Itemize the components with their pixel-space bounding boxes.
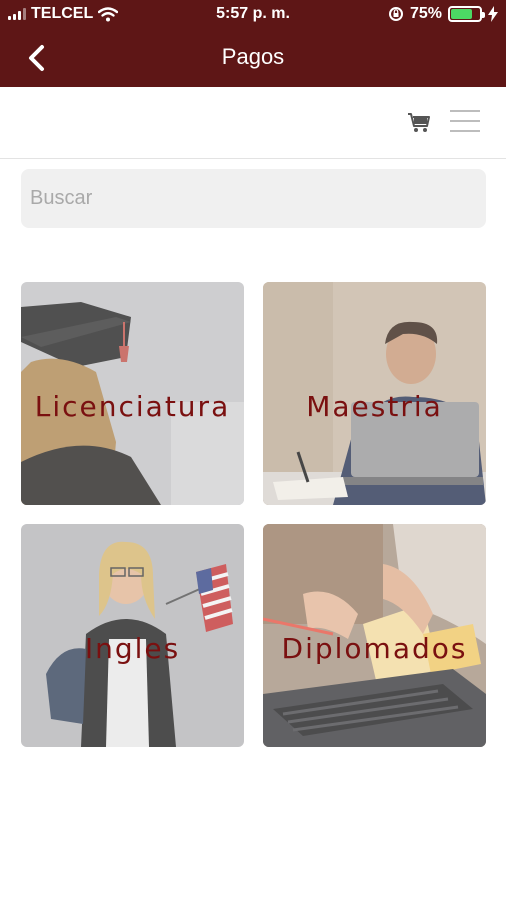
search-input[interactable]: [21, 169, 486, 228]
category-label: Licenciatura: [34, 390, 231, 423]
category-card-licenciatura[interactable]: Licenciatura: [21, 282, 244, 505]
category-label: Ingles: [84, 632, 181, 665]
category-card-diplomados[interactable]: Diplomados: [263, 524, 486, 747]
toolbar: [0, 87, 506, 159]
nav-bar: Pagos: [0, 30, 506, 87]
category-label: Maestria: [306, 390, 443, 423]
rotation-lock-icon: [388, 7, 403, 21]
category-card-maestria[interactable]: Maestria: [263, 282, 486, 505]
battery-icon: [448, 6, 485, 22]
category-card-ingles[interactable]: Ingles: [21, 524, 244, 747]
cart-icon[interactable]: [407, 112, 431, 134]
category-label: Diplomados: [281, 632, 468, 665]
charging-bolt-icon: [488, 6, 498, 22]
page-title: Pagos: [221, 44, 285, 69]
hamburger-menu-icon[interactable]: [450, 110, 480, 134]
status-bar: TELCEL 5:57 p. m. 75%: [0, 0, 506, 30]
status-right-group: 75%: [388, 5, 498, 23]
battery-percent: 75%: [409, 5, 442, 22]
app-header: TELCEL 5:57 p. m. 75% Pagos: [0, 0, 506, 87]
